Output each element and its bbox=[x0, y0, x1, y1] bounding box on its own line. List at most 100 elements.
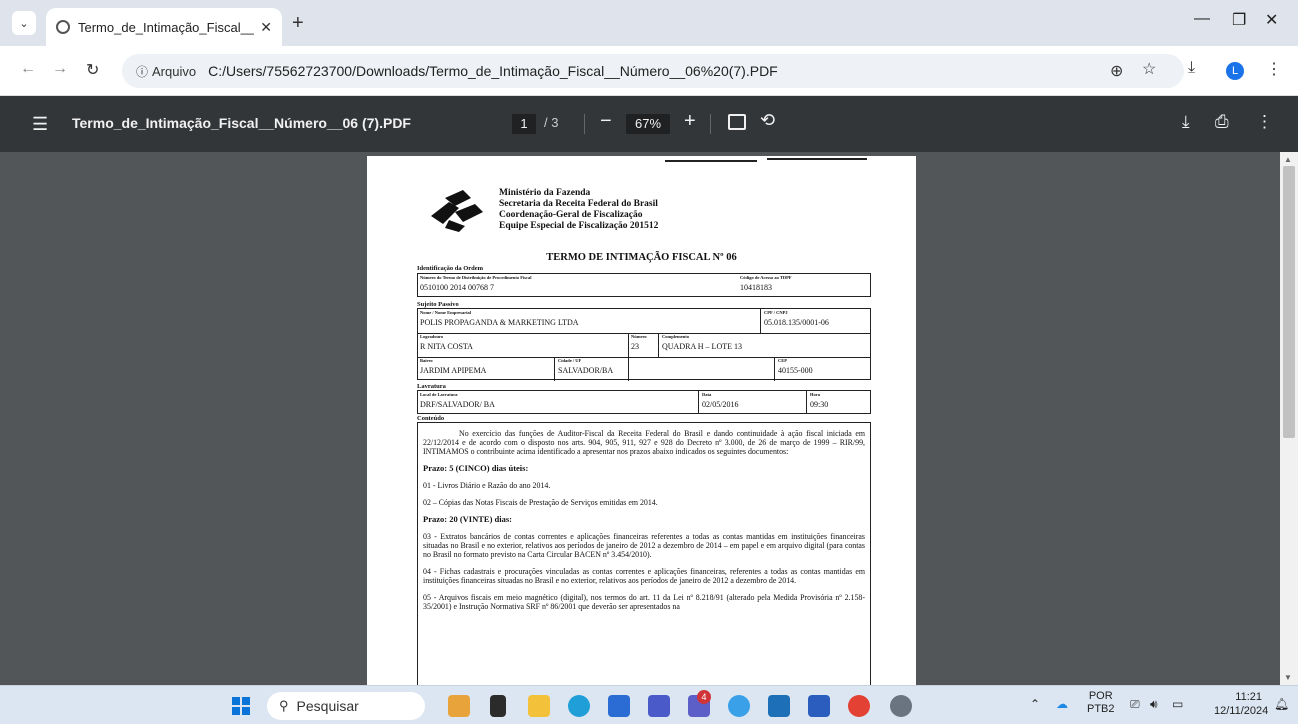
url-text[interactable]: C:/Users/75562723700/Downloads/Termo_de_… bbox=[208, 63, 778, 79]
windows-start-icon[interactable] bbox=[232, 697, 250, 715]
pdf-menu-icon[interactable]: ☰ bbox=[32, 114, 48, 135]
logradouro-label: Logradouro bbox=[420, 334, 444, 339]
store-icon[interactable] bbox=[608, 695, 630, 717]
page-total: / 3 bbox=[544, 115, 559, 130]
browser-menu-icon[interactable]: ⋮ bbox=[1266, 59, 1282, 79]
restore-icon[interactable]: ❐ bbox=[1232, 10, 1246, 30]
divider bbox=[774, 357, 775, 381]
chrome-icon[interactable] bbox=[848, 695, 870, 717]
zoom-in-button[interactable]: + bbox=[684, 110, 696, 133]
local-label: Local de Lavratura bbox=[420, 392, 458, 397]
document-title: TERMO DE INTIMAÇÃO FISCAL Nº 06 bbox=[546, 252, 737, 263]
task-view-icon[interactable] bbox=[490, 695, 506, 717]
info-icon[interactable]: ⓘ bbox=[136, 63, 148, 80]
zoom-input[interactable]: 67% bbox=[626, 114, 670, 134]
scroll-up-icon[interactable]: ▲ bbox=[1284, 155, 1292, 164]
downloads-icon[interactable]: ⤓ bbox=[1188, 59, 1195, 77]
search-icon: ⚲ bbox=[279, 698, 289, 713]
divider bbox=[698, 391, 699, 413]
profile-avatar[interactable]: L bbox=[1226, 62, 1244, 80]
numero-value: 23 bbox=[631, 342, 639, 351]
download-icon[interactable]: ⤓ bbox=[1182, 112, 1190, 132]
more-options-icon[interactable]: ⋮ bbox=[1256, 112, 1273, 132]
tab-active[interactable]: Termo_de_Intimação_Fiscal__N ✕ bbox=[46, 8, 282, 46]
numero-label: Número bbox=[631, 334, 647, 339]
scrollbar-thumb[interactable] bbox=[1283, 166, 1295, 438]
logradouro-value: R NITA COSTA bbox=[420, 342, 473, 351]
tdpf-value: 0510100 2014 00768 7 bbox=[420, 283, 494, 292]
pdf-page: Ministério da Fazenda Secretaria da Rece… bbox=[367, 156, 916, 685]
print-icon[interactable]: ⎙ bbox=[1215, 112, 1229, 132]
pdf-viewport[interactable]: Ministério da Fazenda Secretaria da Rece… bbox=[0, 152, 1298, 685]
bairro-label: Bairro bbox=[420, 358, 433, 363]
section-identificacao: Identificação da Ordem bbox=[417, 265, 484, 272]
address-bar[interactable]: ⓘ Arquivo C:/Users/75562723700/Downloads… bbox=[122, 54, 1184, 88]
zoom-out-button[interactable]: − bbox=[600, 110, 612, 133]
sujeito-box: Nome / Nome Empresarial POLIS PROPAGANDA … bbox=[417, 308, 871, 381]
network-icon[interactable]: ⎚ bbox=[1130, 697, 1140, 712]
cidade-label: Cidade / UF bbox=[558, 358, 582, 363]
bookmark-star-icon[interactable]: ☆ bbox=[1142, 59, 1156, 79]
security-label[interactable]: Arquivo bbox=[152, 64, 196, 79]
taskbar-search[interactable]: ⚲ Pesquisar bbox=[267, 692, 425, 720]
briefcase-app-icon[interactable] bbox=[448, 695, 470, 717]
cep-value: 40155-000 bbox=[778, 366, 813, 375]
nome-label: Nome / Nome Empresarial bbox=[420, 310, 472, 315]
prazo-heading: Prazo: 5 (CINCO) dias úteis: bbox=[423, 463, 529, 473]
divider bbox=[584, 114, 585, 134]
divider bbox=[760, 309, 761, 333]
tab-strip: ⌄ Termo_de_Intimação_Fiscal__N ✕ + — ❐ ✕ bbox=[0, 0, 1298, 46]
vertical-scrollbar[interactable]: ▲ ▼ bbox=[1280, 152, 1298, 685]
new-tab-button[interactable]: + bbox=[292, 12, 304, 35]
notification-bell-icon[interactable]: 🔔︎ bbox=[1274, 697, 1289, 711]
volume-icon[interactable]: 🔊︎ bbox=[1150, 697, 1158, 712]
pdf-file-name: Termo_de_Intimação_Fiscal__Número__06 (7… bbox=[72, 115, 411, 131]
reload-icon[interactable]: ↻ bbox=[86, 60, 99, 80]
lavratura-box: Local de Lavratura DRF/SALVADOR/ BA Data 0… bbox=[417, 390, 871, 414]
rotate-icon[interactable]: ⟲ bbox=[760, 110, 775, 131]
edge-icon[interactable] bbox=[568, 695, 590, 717]
section-sujeito: Sujeito Passivo bbox=[417, 301, 459, 308]
cpf-label: CPF / CNPJ bbox=[764, 310, 788, 315]
taskbar: ⚲ Pesquisar 4 ⌃ ☁ POR PTB2 ⎚ 🔊︎ ▭ 11:21 … bbox=[0, 685, 1298, 724]
window-close-icon[interactable]: ✕ bbox=[1265, 10, 1278, 30]
keyboard-layout: PTB2 bbox=[1087, 703, 1115, 715]
system-clock[interactable]: 11:21 12/11/2024 bbox=[1214, 690, 1268, 718]
word-icon[interactable] bbox=[808, 695, 830, 717]
battery-icon[interactable]: ▭ bbox=[1172, 697, 1183, 711]
app-icon[interactable] bbox=[768, 695, 790, 717]
hora-label: Hora bbox=[810, 392, 820, 397]
forward-icon[interactable]: → bbox=[52, 60, 68, 78]
item-paragraph: 03 - Extratos bancários de contas corren… bbox=[423, 532, 865, 559]
conteudo-box: No exercício das funções de Auditor-Fisc… bbox=[417, 422, 871, 685]
complemento-label: Complemento bbox=[662, 334, 689, 339]
intro-paragraph: No exercício das funções de Auditor-Fisc… bbox=[423, 429, 865, 456]
settings-gear-icon[interactable] bbox=[890, 695, 912, 717]
app-icon[interactable] bbox=[728, 695, 750, 717]
hora-value: 09:30 bbox=[810, 400, 829, 409]
pdf-toolbar: ☰ Termo_de_Intimação_Fiscal__Número__06 … bbox=[0, 96, 1298, 152]
page-number-input[interactable]: 1 bbox=[512, 114, 536, 134]
lang-code: POR bbox=[1088, 690, 1113, 702]
section-lavratura: Lavratura bbox=[417, 383, 446, 390]
file-explorer-icon[interactable] bbox=[528, 695, 550, 717]
chevron-up-icon[interactable]: ⌃ bbox=[1030, 697, 1040, 711]
back-icon[interactable]: ← bbox=[20, 60, 36, 78]
zoom-icon[interactable]: ⊕ bbox=[1110, 61, 1123, 81]
language-indicator[interactable]: POR PTB2 bbox=[1087, 690, 1115, 716]
outlook-icon[interactable] bbox=[648, 695, 670, 717]
tab-search-button[interactable]: ⌄ bbox=[12, 11, 36, 35]
header-line: Secretaria da Receita Federal do Brasil bbox=[499, 199, 658, 209]
bairro-value: JARDIM APIPEMA bbox=[420, 366, 487, 375]
cpf-value: 05.018.135/0001-06 bbox=[764, 318, 829, 327]
codigo-value: 10418183 bbox=[740, 283, 772, 292]
tab-close-icon[interactable]: ✕ bbox=[260, 19, 272, 36]
globe-icon bbox=[56, 20, 70, 34]
clock-time: 11:21 bbox=[1235, 691, 1262, 703]
fit-page-icon[interactable] bbox=[728, 114, 746, 130]
scroll-down-icon[interactable]: ▼ bbox=[1284, 673, 1292, 682]
codigo-label: Código de Acesso ao TDPF bbox=[740, 275, 792, 280]
minimize-icon[interactable]: — bbox=[1194, 10, 1210, 28]
scan-line bbox=[665, 160, 757, 162]
onedrive-icon[interactable]: ☁ bbox=[1056, 697, 1068, 711]
